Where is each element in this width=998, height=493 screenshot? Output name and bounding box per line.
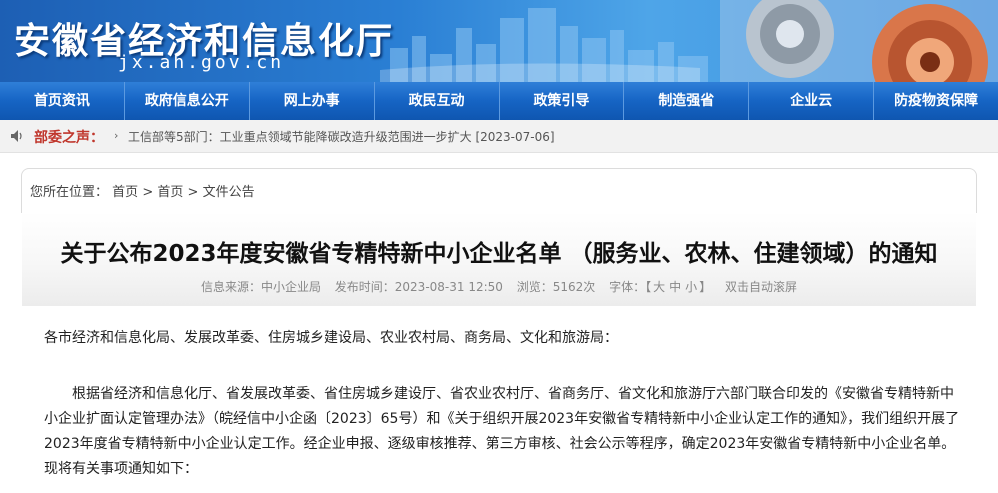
nav-item-enterprise-cloud[interactable]: 企业云 xyxy=(749,82,875,120)
font-size-control: 字体：【大中小】 xyxy=(609,280,711,294)
news-label: 部委之声： xyxy=(34,130,104,146)
nav-item-epidemic-supplies[interactable]: 防疫物资保障 xyxy=(874,82,998,120)
article-views: 浏览：5162次 xyxy=(516,280,596,294)
font-size-small-button[interactable]: 小 xyxy=(685,280,697,294)
breadcrumb-link-home[interactable]: 首页 xyxy=(112,185,138,200)
news-link[interactable]: 工信部等5部门：工业重点领域节能降碳改造升级范围进一步扩大 [2023-07-0… xyxy=(128,128,555,145)
nav-item-interaction[interactable]: 政民互动 xyxy=(375,82,500,120)
steel-coil-graphic xyxy=(720,0,998,82)
ministry-news-bar: 部委之声： › 工信部等5部门：工业重点领域节能降碳改造升级范围进一步扩大 [2… xyxy=(0,120,998,153)
article-header: 关于公布2023年度安徽省专精特新中小企业名单 （服务业、农林、住建领域）的通知… xyxy=(22,212,976,306)
font-size-label: 字体：【 xyxy=(609,280,652,294)
breadcrumb: 您所在位置： 首页 > 首页 > 文件公告 xyxy=(30,181,255,200)
auto-scroll-hint[interactable]: 双击自动滚屏 xyxy=(725,280,797,294)
breadcrumb-separator: > xyxy=(142,185,154,200)
chevron-right-icon: › xyxy=(114,129,119,142)
nav-item-policy[interactable]: 政策引导 xyxy=(500,82,625,120)
font-size-medium-button[interactable]: 中 xyxy=(669,280,681,294)
article-paragraph: 根据省经济和信息化厅、省发展改革委、省住房城乡建设厅、省农业农村厅、省商务厅、省… xyxy=(44,386,960,477)
article-greeting: 各市经济和信息化局、发展改革委、住房城乡建设局、农业农村局、商务局、文化和旅游局… xyxy=(44,330,618,346)
site-header: 安徽省经济和信息化厅 jx.ah.gov.cn xyxy=(0,0,998,82)
breadcrumb-link-home-2[interactable]: 首页 xyxy=(157,185,183,200)
article-publish-time: 发布时间：2023-08-31 12:50 xyxy=(334,280,503,294)
breadcrumb-prefix: 您所在位置： xyxy=(30,185,109,200)
nav-item-gov-info[interactable]: 政府信息公开 xyxy=(125,82,250,120)
font-size-close-bracket: 】 xyxy=(699,280,712,294)
article-title: 关于公布2023年度安徽省专精特新中小企业名单 （服务业、农林、住建领域）的通知 xyxy=(60,241,938,267)
article-body: 各市经济和信息化局、发展改革委、住房城乡建设局、农业农村局、商务局、文化和旅游局… xyxy=(44,326,960,482)
font-size-large-button[interactable]: 大 xyxy=(653,280,665,294)
speaker-icon xyxy=(11,130,22,142)
breadcrumb-link-announcements[interactable]: 文件公告 xyxy=(203,185,255,200)
article-source: 信息来源：中小企业局 xyxy=(200,280,321,294)
article-meta: 信息来源：中小企业局 发布时间：2023-08-31 12:50 浏览：5162… xyxy=(22,278,976,295)
nav-item-online-services[interactable]: 网上办事 xyxy=(250,82,375,120)
site-domain: jx.ah.gov.cn xyxy=(118,52,285,73)
main-nav: 首页资讯 政府信息公开 网上办事 政民互动 政策引导 制造强省 企业云 防疫物资… xyxy=(0,82,998,120)
breadcrumb-container: 您所在位置： 首页 > 首页 > 文件公告 xyxy=(21,168,977,213)
breadcrumb-separator: > xyxy=(187,185,199,200)
nav-item-manufacturing[interactable]: 制造强省 xyxy=(624,82,750,120)
nav-item-home-news[interactable]: 首页资讯 xyxy=(0,82,125,120)
